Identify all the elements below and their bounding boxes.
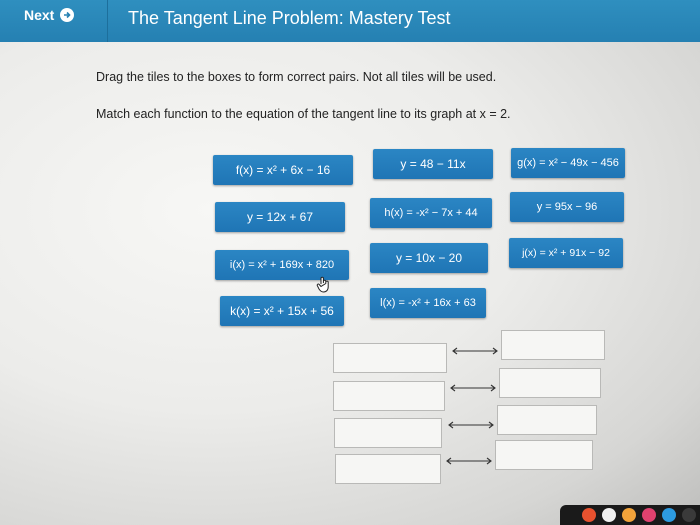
app-icon[interactable]: [622, 508, 636, 522]
drop-box-left-2[interactable]: [333, 381, 445, 411]
arrow-right-circle-icon: [60, 8, 75, 22]
instruction-drag: Drag the tiles to the boxes to form corr…: [96, 70, 497, 84]
drop-box-right-4[interactable]: [495, 440, 593, 470]
tile-j[interactable]: j(x) = x² + 91x − 92: [509, 238, 623, 268]
os-dock: [560, 505, 700, 525]
tile-h[interactable]: h(x) = -x² − 7x + 44: [370, 198, 492, 228]
double-arrow-icon: [446, 457, 492, 465]
tile-y-48-11x[interactable]: y = 48 − 11x: [373, 149, 493, 179]
next-button[interactable]: Next: [24, 4, 75, 26]
app-icon[interactable]: [662, 508, 676, 522]
tile-y-95x-96[interactable]: y = 95x − 96: [510, 192, 624, 222]
tile-f[interactable]: f(x) = x² + 6x − 16: [213, 155, 353, 185]
app-icon[interactable]: [582, 508, 596, 522]
double-arrow-icon: [448, 421, 494, 429]
next-label: Next: [24, 7, 55, 23]
page-title: The Tangent Line Problem: Mastery Test: [128, 8, 451, 28]
tile-y-12x-67[interactable]: y = 12x + 67: [215, 202, 345, 232]
header-bar: Next The Tangent Line Problem: Mastery T…: [0, 0, 700, 42]
app-icon[interactable]: [602, 508, 616, 522]
header-divider: [107, 0, 108, 42]
double-arrow-icon: [450, 384, 496, 392]
tile-g[interactable]: g(x) = x² − 49x − 456: [511, 148, 625, 178]
tile-l[interactable]: l(x) = -x² + 16x + 63: [370, 288, 486, 318]
tile-k[interactable]: k(x) = x² + 15x + 56: [220, 296, 344, 326]
drop-box-left-4[interactable]: [335, 454, 441, 484]
drop-box-right-2[interactable]: [499, 368, 601, 398]
double-arrow-icon: [452, 347, 498, 355]
drop-box-left-3[interactable]: [334, 418, 442, 448]
tile-y-10x-20[interactable]: y = 10x − 20: [370, 243, 488, 273]
app-icon[interactable]: [642, 508, 656, 522]
drop-box-right-3[interactable]: [497, 405, 597, 435]
hand-pointer-icon: [316, 276, 332, 299]
app-icon[interactable]: [682, 508, 696, 522]
instruction-match: Match each function to the equation of t…: [96, 107, 511, 121]
drop-box-left-1[interactable]: [333, 343, 447, 373]
drop-box-right-1[interactable]: [501, 330, 605, 360]
